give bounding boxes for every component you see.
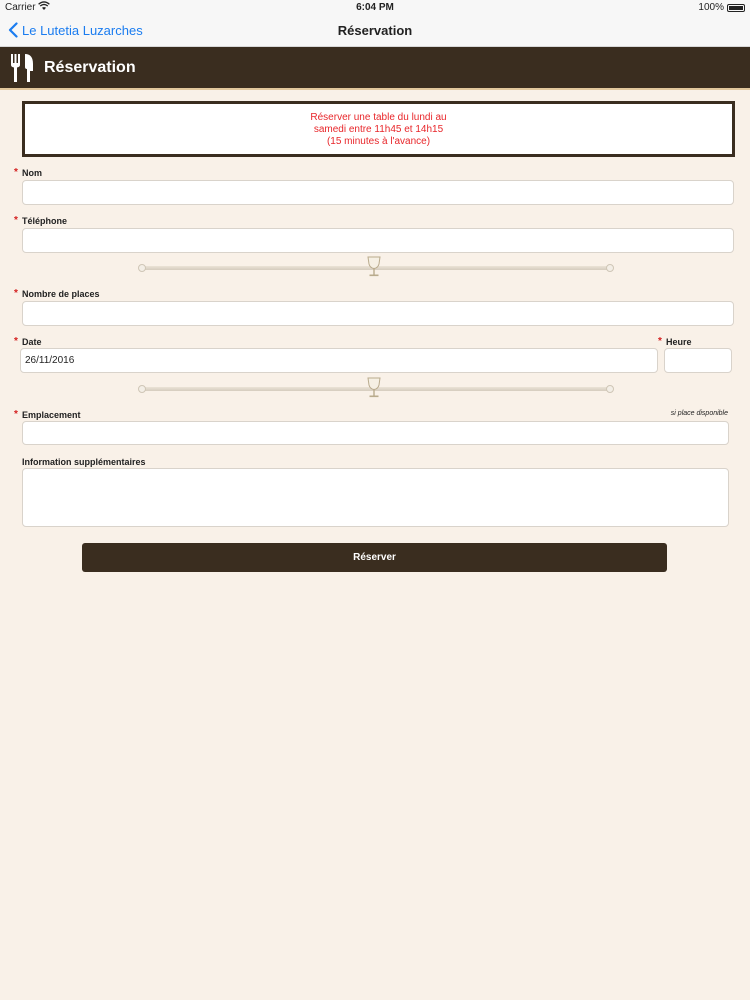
battery-icon <box>727 4 745 12</box>
header-title: Réservation <box>44 59 136 76</box>
divider-endcap <box>606 385 614 393</box>
emplacement-input[interactable] <box>22 421 729 445</box>
cutlery-icon <box>11 54 33 82</box>
required-marker: * <box>14 409 18 420</box>
divider-endcap <box>606 264 614 272</box>
notice-line: Réserver une table du lundi au <box>310 112 447 123</box>
divider-endcap <box>138 385 146 393</box>
required-marker: * <box>14 167 18 178</box>
navigation-bar: Le Lutetia Luzarches Réservation <box>0 16 750 47</box>
clock: 6:04 PM <box>356 2 394 13</box>
reserve-button[interactable]: Réserver <box>82 543 667 572</box>
wine-glass-icon <box>367 256 381 277</box>
required-marker: * <box>14 215 18 226</box>
wine-glass-icon <box>367 377 381 398</box>
emplacement-note: si place disponible <box>670 410 728 417</box>
divider-endcap <box>138 264 146 272</box>
wine-glass-divider <box>138 256 614 278</box>
info-label: Information supplémentaires <box>22 457 146 467</box>
nombre-places-input[interactable] <box>22 301 734 326</box>
nav-title: Réservation <box>337 23 413 38</box>
required-marker: * <box>658 336 662 347</box>
date-label: Date <box>22 337 42 347</box>
notice-line: (15 minutes à l'avance) <box>326 136 431 147</box>
emplacement-label: Emplacement <box>22 410 81 420</box>
nombre-places-label: Nombre de places <box>22 289 100 299</box>
required-marker: * <box>14 336 18 347</box>
nom-input[interactable] <box>22 180 734 205</box>
date-input[interactable]: 26/11/2016 <box>20 348 658 373</box>
status-bar: Carrier 6:04 PM 100% <box>0 0 750 16</box>
info-textarea[interactable] <box>22 468 729 527</box>
opening-hours-notice: Réserver une table du lundi au samedi en… <box>22 101 735 157</box>
heure-label: Heure <box>666 337 692 347</box>
required-marker: * <box>14 288 18 299</box>
telephone-input[interactable] <box>22 228 734 253</box>
heure-input[interactable] <box>664 348 732 373</box>
telephone-label: Téléphone <box>22 216 68 226</box>
notice-line: samedi entre 11h45 et 14h15 <box>313 124 444 135</box>
wine-glass-divider <box>138 377 614 399</box>
battery-percent: 100% <box>698 2 724 13</box>
page-header: Réservation <box>0 47 750 90</box>
nom-label: Nom <box>22 168 42 178</box>
